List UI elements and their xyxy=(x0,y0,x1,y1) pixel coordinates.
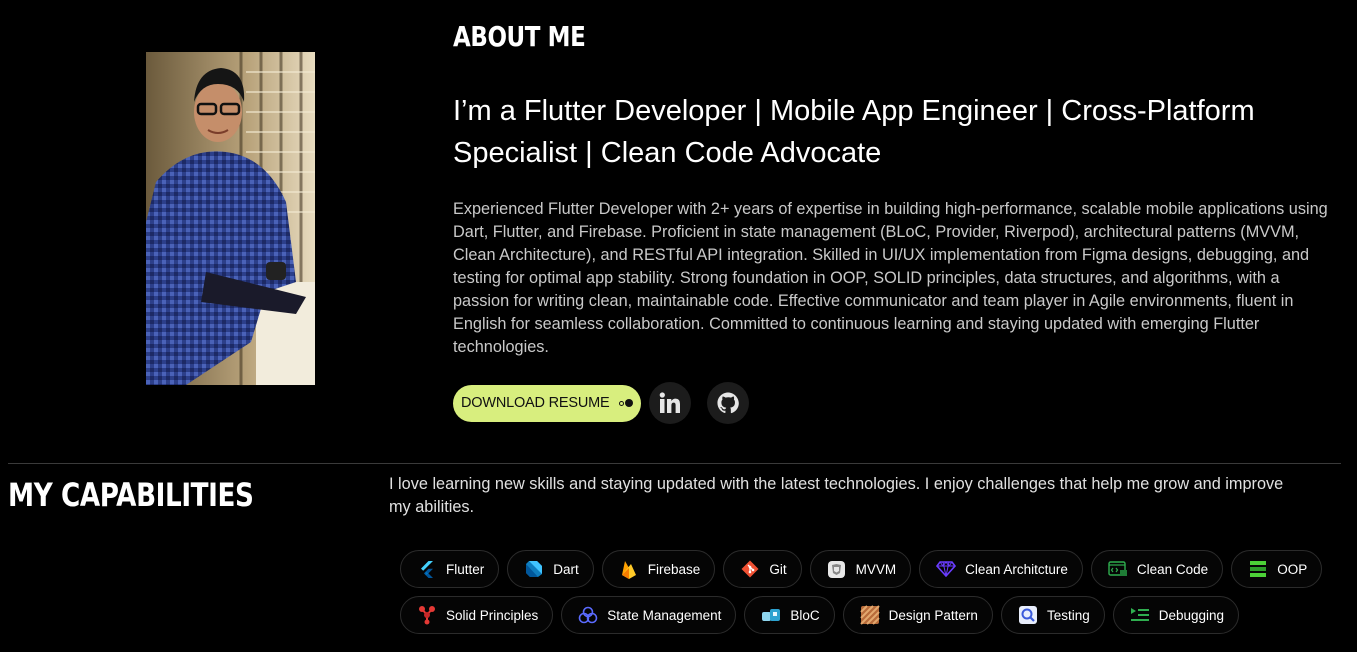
skill-chip-design-pattern[interactable]: Design Pattern xyxy=(842,596,993,634)
skills-list: Flutter Dart Firebase Git MVVM Clean Arc… xyxy=(400,550,1345,642)
profile-photo xyxy=(146,52,315,385)
skill-chip-clean-architecture[interactable]: Clean Architcture xyxy=(919,550,1083,588)
dart-icon xyxy=(524,559,544,579)
state-icon xyxy=(578,605,598,625)
skill-chip-state-management[interactable]: State Management xyxy=(561,596,737,634)
skill-label: Clean Code xyxy=(1136,561,1209,577)
section-divider xyxy=(8,463,1341,464)
download-resume-label: DOWNLOAD RESUME xyxy=(461,395,610,411)
github-icon xyxy=(717,392,739,414)
skill-label: OOP xyxy=(1277,561,1308,577)
skill-label: Solid Principles xyxy=(446,607,539,623)
skill-label: Dart xyxy=(553,561,579,577)
git-icon xyxy=(740,559,760,579)
about-actions: DOWNLOAD RESUME xyxy=(453,382,749,424)
molecule-icon xyxy=(417,605,437,625)
skill-label: State Management xyxy=(607,607,722,623)
skill-chip-dart[interactable]: Dart xyxy=(507,550,594,588)
oop-icon xyxy=(1248,559,1268,579)
skill-chip-testing[interactable]: Testing xyxy=(1000,596,1105,634)
skill-chip-oop[interactable]: OOP xyxy=(1231,550,1323,588)
linkedin-button[interactable] xyxy=(649,382,691,424)
skill-label: Flutter xyxy=(446,561,485,577)
download-resume-button[interactable]: DOWNLOAD RESUME xyxy=(453,384,641,422)
firebase-icon xyxy=(619,559,639,579)
skill-chip-solid-principles[interactable]: Solid Principles xyxy=(400,596,554,634)
capabilities-description: I love learning new skills and staying u… xyxy=(389,475,1284,516)
skill-chip-bloc[interactable]: BloC xyxy=(744,596,835,634)
debugging-icon xyxy=(1130,605,1150,625)
about-bio: Experienced Flutter Developer with 2+ ye… xyxy=(453,200,1328,356)
skill-chip-clean-code[interactable]: Clean Code xyxy=(1090,550,1224,588)
capabilities-heading: MY CAPABILITIES xyxy=(8,476,254,514)
dots-icon xyxy=(619,399,633,407)
skills-row: Flutter Dart Firebase Git MVVM Clean Arc… xyxy=(400,550,1345,588)
skill-label: Git xyxy=(769,561,787,577)
skill-label: Clean Architcture xyxy=(965,561,1068,577)
skill-chip-firebase[interactable]: Firebase xyxy=(601,550,716,588)
github-button[interactable] xyxy=(707,382,749,424)
skill-label: Debugging xyxy=(1158,607,1225,623)
skill-label: Firebase xyxy=(647,561,701,577)
skill-chip-flutter[interactable]: Flutter xyxy=(400,550,500,588)
about-tagline: I’m a Flutter Developer | Mobile App Eng… xyxy=(453,95,1255,169)
skill-chip-mvvm[interactable]: MVVM xyxy=(809,550,912,588)
skill-label: Design Pattern xyxy=(888,607,978,623)
skills-row: Solid Principles State Management BloC D… xyxy=(400,596,1345,634)
skill-label: Testing xyxy=(1046,607,1090,623)
flutter-icon xyxy=(417,559,437,579)
skill-chip-debugging[interactable]: Debugging xyxy=(1112,596,1240,634)
mvvm-icon xyxy=(827,559,847,579)
about-heading: ABOUT ME xyxy=(453,20,586,53)
skill-label: MVVM xyxy=(855,561,897,577)
pattern-icon xyxy=(859,605,880,625)
skill-label: BloC xyxy=(790,607,820,623)
skill-chip-git[interactable]: Git xyxy=(723,550,802,588)
bloc-icon xyxy=(761,605,781,625)
diamond-icon xyxy=(936,559,957,579)
code-icon xyxy=(1108,559,1128,579)
testing-icon xyxy=(1018,605,1038,625)
linkedin-icon xyxy=(659,392,680,413)
